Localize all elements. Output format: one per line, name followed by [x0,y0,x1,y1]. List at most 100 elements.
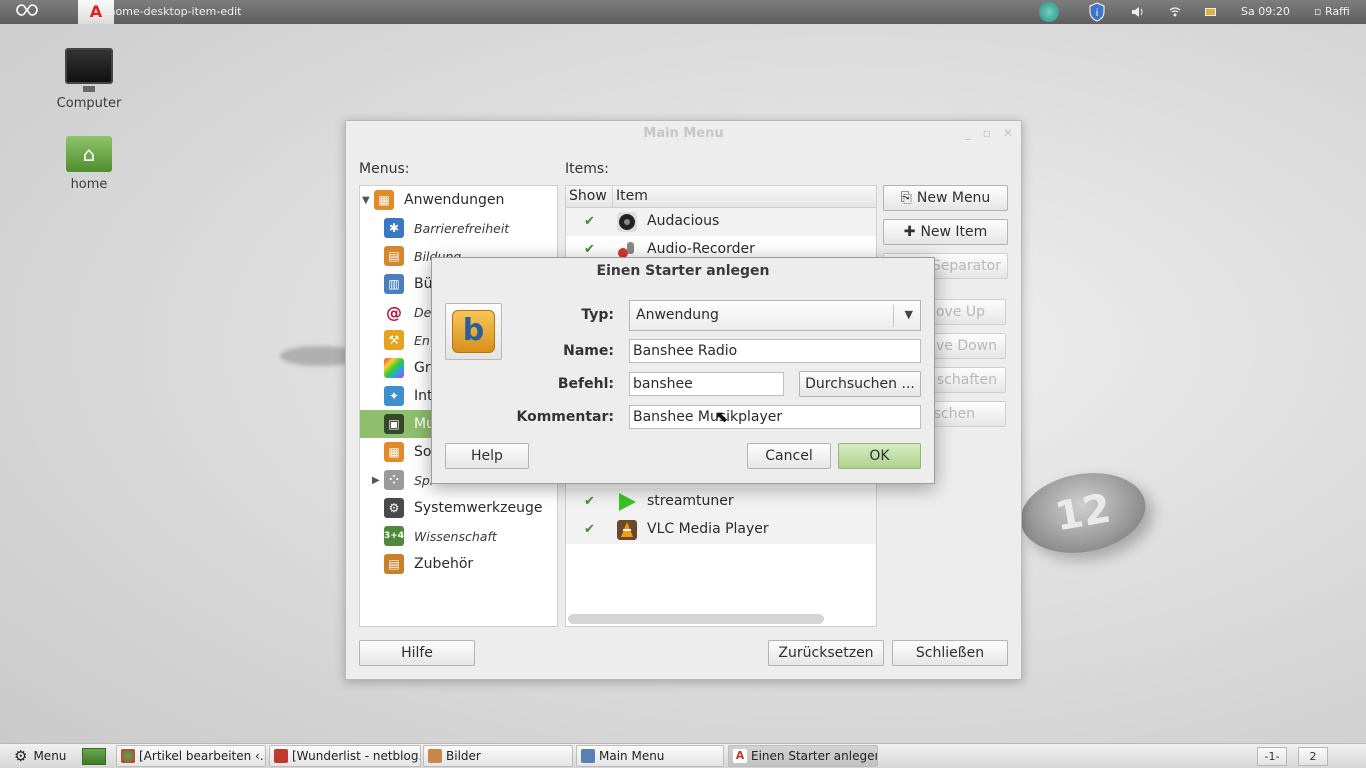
science-icon: 3+4 [384,526,404,546]
applications-icon: ▦ [374,190,394,210]
show-desktop-icon[interactable] [82,748,106,765]
tree-item-label: Barrierefreiheit [414,220,510,236]
minimize-icon[interactable]: _ [965,126,971,140]
list-item[interactable]: ✔ Audacious [566,208,876,236]
accessories-icon: ▤ [384,554,404,574]
close-icon[interactable]: ✕ [1003,126,1013,140]
window-title: Main Menu [643,126,724,141]
play-icon [616,491,638,513]
browse-button[interactable]: Durchsuchen ... [799,371,921,397]
close-button[interactable]: Schließen [892,640,1008,666]
horizontal-scrollbar[interactable] [568,614,824,624]
desktop-home[interactable]: ⌂ home [49,132,129,192]
vlc-cone-icon [616,519,638,541]
taskbar: ⚙ Menu [Artikel bearbeiten ‹... [Wunderl… [0,743,1366,768]
chrome-icon [121,749,135,763]
type-value: Anwendung [636,307,719,323]
accessibility-icon: ✱ [384,218,404,238]
tree-item-barrierefreiheit[interactable]: ✱ Barrierefreiheit [360,214,557,242]
launcher-icon-button[interactable]: b [445,303,502,360]
system-tools-icon: ⚙ [384,498,404,518]
shield-info-icon[interactable]: i [1086,0,1108,24]
task-artikel[interactable]: [Artikel bearbeiten ‹... [116,745,266,767]
development-icon: ⚒ [384,330,404,350]
dialog-ok-button[interactable]: OK [838,443,921,469]
start-menu-button[interactable]: ⚙ Menu [14,747,66,765]
command-field[interactable]: banshee [629,372,784,396]
task-starter[interactable]: A Einen Starter anlegen [728,745,878,767]
column-divider [612,186,613,208]
name-field[interactable]: Banshee Radio [629,339,921,363]
start-menu-label: Menu [33,749,67,763]
update-manager-icon[interactable] [1038,0,1060,24]
type-select[interactable]: Anwendung ▼ [629,300,921,331]
workspace-2[interactable]: 2 [1298,747,1328,766]
show-checkbox[interactable]: ✔ [584,495,598,509]
volume-icon[interactable] [1128,0,1148,24]
tree-item-label: Systemwerkzeuge [414,500,543,516]
help-button[interactable]: Hilfe [359,640,475,666]
top-panel: A Gnome-desktop-item-edit i Sa 09:20 ▫ R… [0,0,1366,24]
column-item[interactable]: Item [616,188,648,204]
workspace-1[interactable]: -1- [1257,747,1287,766]
expander-open-icon[interactable]: ▼ [362,195,370,206]
other-icon: ▦ [384,442,404,462]
network-icon[interactable] [1166,0,1184,24]
maximize-icon[interactable]: ▫ [983,126,991,140]
new-menu-label: New Menu [916,190,991,206]
show-checkbox[interactable]: ✔ [584,243,598,257]
new-menu-icon: ⎘ [900,190,912,206]
wunderlist-icon [274,749,288,763]
show-checkbox[interactable]: ✔ [584,523,598,537]
new-item-button[interactable]: ✚ New Item [883,219,1008,245]
user-name: Raffi [1324,5,1350,18]
task-label: Bilder [446,749,481,763]
dialog-help-button[interactable]: Help [445,443,529,469]
show-checkbox[interactable]: ✔ [584,215,598,229]
audacious-icon [616,211,638,233]
task-wunderlist[interactable]: [Wunderlist - netblog... [269,745,421,767]
command-label: Befehl: [557,376,614,392]
desktop-computer-label: Computer [56,96,122,111]
type-label: Typ: [581,307,614,323]
task-bilder[interactable]: Bilder [423,745,573,767]
desktop-home-label: home [70,177,108,192]
dialog-cancel-button[interactable]: Cancel [747,443,831,469]
task-label: [Artikel bearbeiten ‹... [139,749,266,763]
wallpaper-badge: 12 [1014,463,1152,563]
column-show[interactable]: Show [569,188,607,204]
chevron-down-icon: ▼ [904,308,913,321]
comment-field[interactable]: Banshee Musikplayer [629,405,921,429]
image-viewer-icon [428,749,442,763]
active-app-label: Gnome-desktop-item-edit [100,5,242,18]
item-label: Audio-Recorder [647,241,755,257]
task-main-menu[interactable]: Main Menu [576,745,724,767]
user-menu[interactable]: ▫ Raffi [1314,5,1350,18]
mint-logo-icon[interactable] [16,3,42,21]
tree-item-label: Int [414,388,433,404]
items-label: Items: [565,161,609,177]
desktop-computer[interactable]: Computer [49,48,129,111]
new-menu-button[interactable]: ⎘ New Menu [883,185,1008,211]
tree-item-wissenschaft[interactable]: 3+4 Wissenschaft [360,522,557,550]
gear-icon: ⚙ [14,747,28,765]
battery-icon[interactable] [1202,0,1220,24]
menus-label: Menus: [359,161,410,177]
active-app[interactable]: A Gnome-desktop-item-edit [76,0,241,24]
tree-item-label: So [414,444,432,460]
list-item[interactable]: ✔ streamtuner [566,488,876,516]
clock[interactable]: Sa 09:20 [1241,5,1290,18]
tree-item-zubehoer[interactable]: ▤ Zubehör [360,550,557,578]
expander-closed-icon[interactable]: ▶ [372,475,380,486]
tree-item-anwendungen[interactable]: ▼ ▦ Anwendungen [360,186,557,214]
tree-item-label: De [414,304,432,320]
revert-button[interactable]: Zurücksetzen [768,640,884,666]
user-icon: ▫ [1314,5,1325,18]
list-item[interactable]: ✔ VLC Media Player [566,516,876,544]
tree-item-systemwerkzeuge[interactable]: ⚙ Systemwerkzeuge [360,494,557,522]
plus-icon: ✚ [903,224,916,240]
tree-item-label: Bü [414,276,433,292]
tree-item-label: Zubehör [414,556,474,572]
name-label: Name: [563,343,614,359]
item-label: VLC Media Player [647,521,769,537]
